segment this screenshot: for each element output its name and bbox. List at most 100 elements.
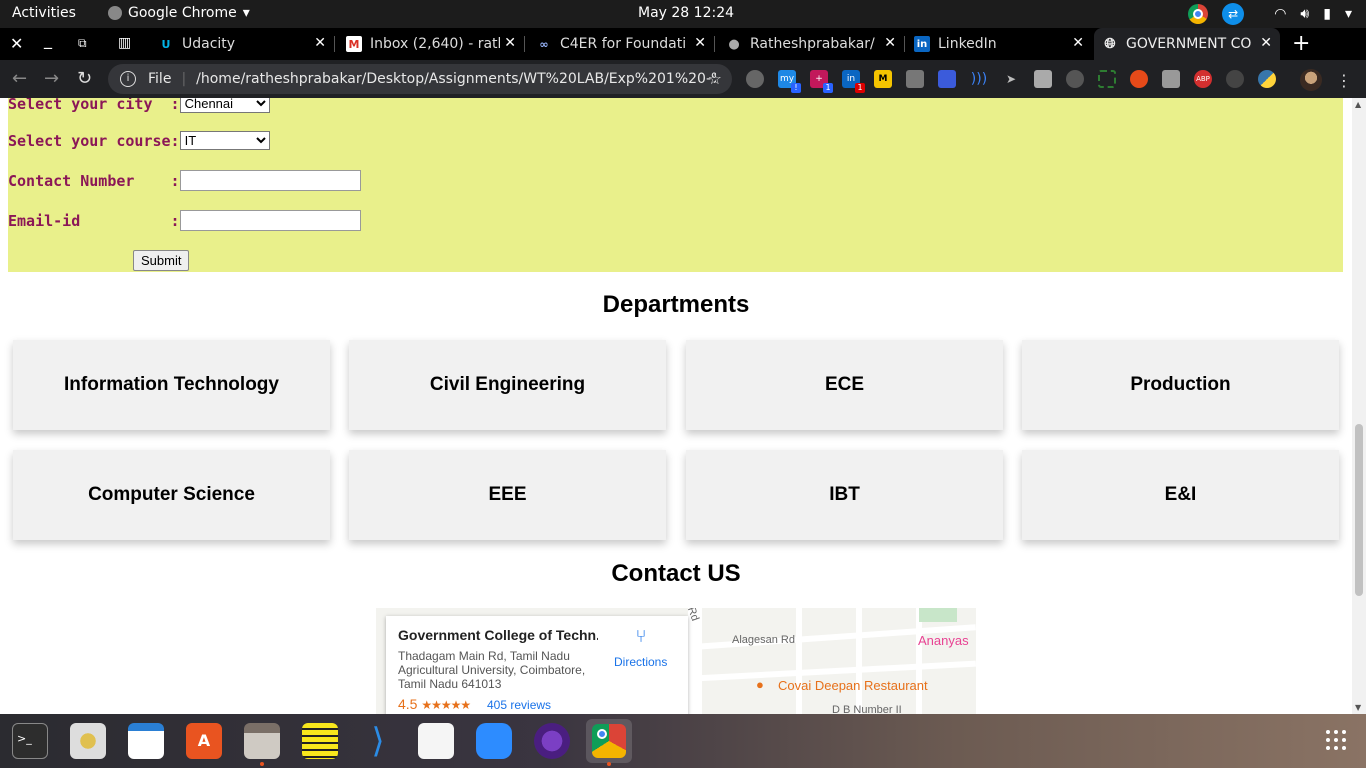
tab-close-icon[interactable]: ✕: [1260, 35, 1272, 51]
submit-button[interactable]: Submit: [133, 250, 190, 271]
rhythmbox-icon[interactable]: [70, 723, 106, 759]
zoom-icon[interactable]: [476, 723, 512, 759]
page-scrollbar[interactable]: ▲ ▼: [1352, 98, 1366, 714]
tor-browser-icon[interactable]: [534, 723, 570, 759]
dept-card[interactable]: Production: [1022, 340, 1339, 430]
volume-icon[interactable]: 🔊︎: [1300, 6, 1309, 22]
avatar[interactable]: [1300, 69, 1322, 91]
terminal-icon[interactable]: >_: [12, 723, 48, 759]
embedded-map[interactable]: Alagesan Rd Rd Ananyas ● Covai Deepan Re…: [376, 608, 976, 714]
tab-government-college[interactable]: 🌐︎ GOVERNMENT CO ✕: [1094, 28, 1280, 60]
gmail-icon: M: [346, 36, 362, 52]
system-tray[interactable]: ⇄ ◠ 🔊︎ ▮ ▾: [1188, 3, 1352, 25]
menu-icon[interactable]: ⋮: [1336, 71, 1352, 90]
scroll-up-icon[interactable]: ▲: [1355, 100, 1361, 109]
python-icon[interactable]: [1258, 70, 1276, 88]
extension-icon[interactable]: [1226, 70, 1244, 88]
course-select[interactable]: IT: [179, 131, 270, 150]
contact-heading: Contact US: [611, 560, 741, 587]
app-menu[interactable]: Google Chrome ▾: [108, 5, 250, 21]
system-menu-chevron-icon[interactable]: ▾: [1345, 6, 1352, 22]
writer-icon[interactable]: [128, 723, 164, 759]
dept-card[interactable]: ECE: [686, 340, 1003, 430]
place-rating: 4.5 ★★★★★: [398, 696, 471, 712]
software-center-icon[interactable]: A: [186, 723, 222, 759]
extension-icon[interactable]: [938, 70, 956, 88]
battery-icon[interactable]: ▮: [1323, 6, 1331, 22]
trello-icon[interactable]: ▥: [118, 35, 131, 51]
linkedin-extension-icon[interactable]: in 1: [842, 70, 865, 93]
dept-card[interactable]: Computer Science: [13, 450, 330, 540]
extension-icon[interactable]: M: [874, 70, 892, 88]
speech-extension-icon[interactable]: [746, 70, 764, 88]
activities-button[interactable]: Activities: [12, 5, 76, 21]
wifi-icon[interactable]: ◠: [1274, 6, 1286, 22]
teamviewer-icon[interactable]: ⇄: [1222, 3, 1245, 25]
place-name[interactable]: Government College of Techn...: [398, 627, 598, 643]
extension-icon[interactable]: ))): [970, 70, 988, 88]
vscode-icon[interactable]: ⟩: [360, 723, 396, 759]
dept-card[interactable]: EEE: [349, 450, 666, 540]
running-indicator: [260, 762, 264, 766]
tab-c4er[interactable]: ∞ C4ER for Foundati ✕: [528, 28, 714, 60]
url-text[interactable]: /home/ratheshprabakar/Desktop/Assignment…: [196, 71, 716, 87]
extension-icon[interactable]: [1034, 70, 1052, 88]
directions-link[interactable]: Directions: [614, 655, 667, 669]
reload-icon[interactable]: ↻: [77, 68, 92, 89]
scrollbar-thumb[interactable]: [1355, 424, 1363, 596]
extension-icon[interactable]: +1: [810, 70, 833, 93]
system-top-bar: Activities Google Chrome ▾ May 28 12:24 …: [0, 0, 1366, 28]
extension-icon[interactable]: [1066, 70, 1084, 88]
dept-card[interactable]: IBT: [686, 450, 1003, 540]
tab-close-icon[interactable]: ✕: [1072, 35, 1084, 51]
extension-icons: my! +1 in 1 M ))) ➤ ABP: [746, 70, 1276, 93]
extension-icon[interactable]: [1130, 70, 1148, 88]
city-select[interactable]: Chennai: [179, 98, 270, 113]
chrome-tray-icon[interactable]: [1188, 4, 1209, 24]
reviews-link[interactable]: 405 reviews: [487, 698, 551, 712]
extension-icon[interactable]: [1098, 70, 1116, 88]
tab-udacity[interactable]: U Udacity ✕: [150, 28, 334, 60]
contact-number-input[interactable]: [179, 170, 361, 191]
files-icon[interactable]: [244, 723, 280, 759]
back-icon[interactable]: ←: [12, 68, 27, 89]
extension-icon[interactable]: [1162, 70, 1180, 88]
tab-github[interactable]: ● Ratheshprabakar/ ✕: [718, 28, 904, 60]
map-place-card: Government College of Techn... Thadagam …: [386, 616, 688, 714]
dept-card[interactable]: E&I: [1022, 450, 1339, 540]
poi-label[interactable]: Ananyas: [918, 633, 969, 648]
email-input[interactable]: [179, 210, 361, 231]
clock[interactable]: May 28 12:24: [638, 5, 734, 21]
tab-close-icon[interactable]: ✕: [314, 35, 326, 51]
chrome-dock-icon[interactable]: [592, 724, 626, 758]
tab-close-icon[interactable]: ✕: [694, 35, 706, 51]
minimize-window-icon[interactable]: _: [44, 30, 52, 49]
tab-gmail[interactable]: M Inbox (2,640) - rath ✕: [338, 28, 524, 60]
tab-close-icon[interactable]: ✕: [504, 35, 516, 51]
adblock-icon[interactable]: ABP: [1194, 70, 1212, 88]
bookmark-star-icon[interactable]: ☆: [708, 69, 722, 88]
notes-icon[interactable]: [302, 723, 338, 759]
forward-icon[interactable]: →: [44, 68, 59, 89]
tab-close-icon[interactable]: ✕: [884, 35, 896, 51]
dept-card[interactable]: Information Technology: [13, 340, 330, 430]
tab-separator: [334, 36, 335, 52]
toolbar-right: ⋮: [1300, 69, 1352, 91]
poi-label[interactable]: Covai Deepan Restaurant: [778, 678, 928, 693]
new-tab-icon[interactable]: +: [1292, 31, 1310, 56]
scroll-down-icon[interactable]: ▼: [1355, 703, 1361, 712]
extension-icon[interactable]: my!: [778, 70, 801, 93]
tab-title: GOVERNMENT CO: [1126, 36, 1252, 52]
info-icon[interactable]: i: [120, 71, 136, 87]
document-viewer-icon[interactable]: [418, 723, 454, 759]
close-window-icon[interactable]: ✕: [10, 34, 23, 53]
show-applications-icon[interactable]: [1326, 730, 1348, 752]
restaurant-pin-icon[interactable]: ●: [756, 677, 764, 692]
cursor-extension-icon[interactable]: ➤: [1002, 70, 1020, 88]
dept-card[interactable]: Civil Engineering: [349, 340, 666, 430]
restore-window-icon[interactable]: ⧉: [78, 36, 87, 51]
address-bar[interactable]: i File | /home/ratheshprabakar/Desktop/A…: [108, 64, 732, 94]
extension-icon[interactable]: [906, 70, 924, 88]
tab-linkedin[interactable]: in LinkedIn ✕: [906, 28, 1092, 60]
directions-icon[interactable]: ⑂: [631, 626, 651, 648]
